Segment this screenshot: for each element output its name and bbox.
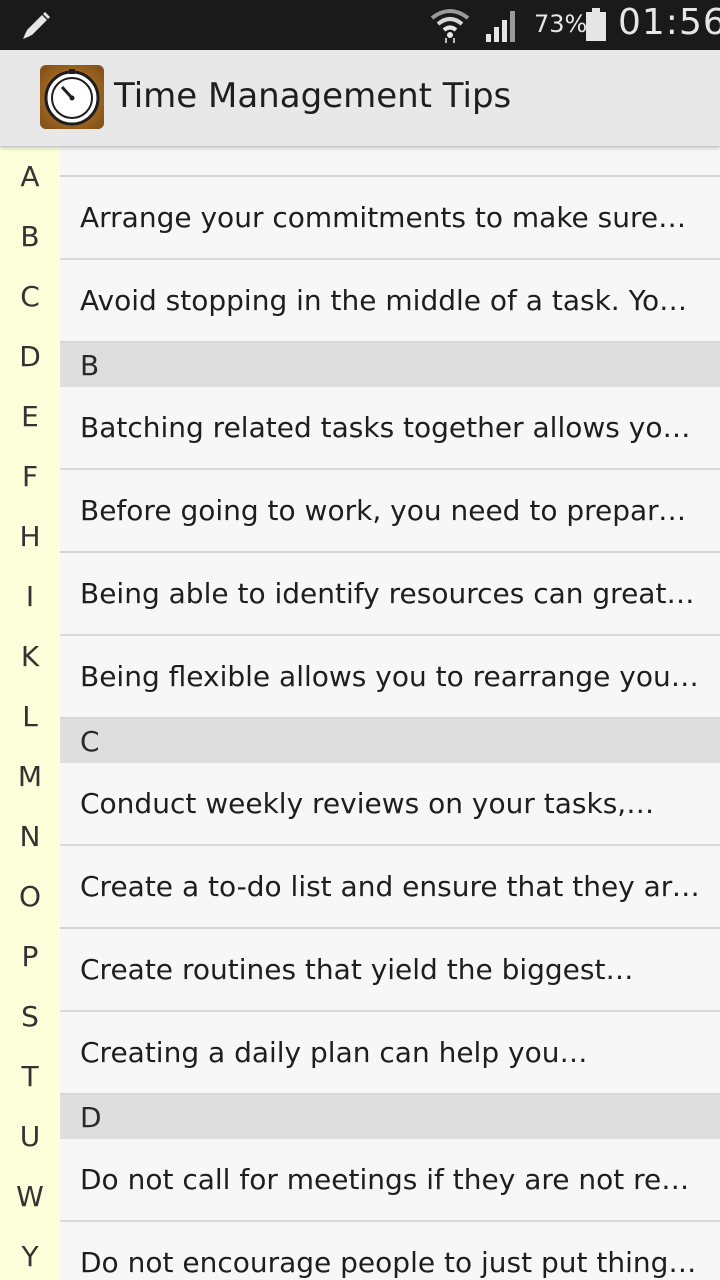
section-header-letter: B (80, 349, 100, 382)
tips-list: Although your schedule might be cramped.… (60, 146, 720, 1280)
index-letter[interactable]: I (0, 580, 60, 613)
battery-icon (586, 8, 606, 41)
list-item[interactable]: Being flexible allows you to rearrange y… (60, 636, 720, 719)
list-item-text: Before going to work, you need to prepar… (80, 494, 702, 527)
wifi-icon (430, 9, 470, 43)
list-item-text: Arrange your commitments to make sure… (80, 201, 687, 234)
list-item[interactable]: Avoid stopping in the middle of a task. … (60, 260, 720, 343)
list-item[interactable]: Arrange your commitments to make sure… (60, 177, 720, 260)
section-header-letter: C (80, 725, 100, 758)
list-item[interactable]: Creating a daily plan can help you… (60, 1012, 720, 1095)
signal-icon (486, 11, 515, 42)
index-letter[interactable]: Y (0, 1240, 60, 1273)
index-letter[interactable]: F (0, 460, 60, 493)
app-title: Time Management Tips (114, 76, 512, 116)
list-item-text: Being able to identify resources can gre… (80, 577, 702, 610)
index-letter[interactable]: W (0, 1180, 60, 1213)
index-letter[interactable]: N (0, 820, 60, 853)
list-item[interactable]: Being able to identify resources can gre… (60, 553, 720, 636)
index-letter[interactable]: T (0, 1060, 60, 1093)
list-item[interactable]: Do not call for meetings if they are not… (60, 1139, 720, 1222)
index-letter[interactable]: O (0, 880, 60, 913)
index-letter[interactable]: A (0, 160, 60, 193)
alphabet-index[interactable]: ABCDEFHIKLMNOPSTUWY (0, 146, 60, 1280)
index-letter[interactable]: E (0, 400, 60, 433)
list-item[interactable]: Do not encourage people to just put thin… (60, 1222, 720, 1280)
list-item-text: Create a to-do list and ensure that they… (80, 870, 702, 903)
index-letter[interactable]: B (0, 220, 60, 253)
section-header: C (60, 719, 720, 763)
list-item-text: Conduct weekly reviews on your tasks,… (80, 787, 655, 820)
index-letter[interactable]: P (0, 940, 60, 973)
list-item-text: Avoid stopping in the middle of a task. … (80, 284, 702, 317)
list-item[interactable]: Before going to work, you need to prepar… (60, 470, 720, 553)
list-item-text: Create routines that yield the biggest… (80, 953, 634, 986)
index-letter[interactable]: U (0, 1120, 60, 1153)
index-letter[interactable]: L (0, 700, 60, 733)
list-item-text: Batching related tasks together allows y… (80, 411, 702, 444)
index-letter[interactable]: K (0, 640, 60, 673)
pencil-icon (23, 12, 50, 39)
section-header: D (60, 1095, 720, 1139)
list-item[interactable]: Create a to-do list and ensure that they… (60, 846, 720, 929)
list-item-text: Do not encourage people to just put thin… (80, 1246, 702, 1279)
status-clock: 01:56 (618, 2, 720, 43)
battery-percent: 73% (534, 10, 588, 38)
list-item[interactable]: Although your schedule might be cramped.… (60, 146, 720, 177)
action-bar: Time Management Tips (0, 50, 720, 147)
list-item-text: Being flexible allows you to rearrange y… (80, 660, 702, 693)
list-item-text: Do not call for meetings if they are not… (80, 1163, 702, 1196)
section-header-letter: D (80, 1101, 102, 1134)
index-letter[interactable]: H (0, 520, 60, 553)
status-bar: 73% 01:56 (0, 0, 720, 50)
list-item[interactable]: Batching related tasks together allows y… (60, 387, 720, 470)
list-item-text: Creating a daily plan can help you… (80, 1036, 588, 1069)
list-item[interactable]: Conduct weekly reviews on your tasks,… (60, 763, 720, 846)
index-letter[interactable]: M (0, 760, 60, 793)
stopwatch-icon[interactable] (40, 65, 104, 129)
screen: 73% 01:56 Time Management Tips ABCDEFHIK… (0, 0, 720, 1280)
index-letter[interactable]: S (0, 1000, 60, 1033)
index-letter[interactable]: D (0, 340, 60, 373)
index-letter[interactable]: C (0, 280, 60, 313)
list-item[interactable]: Create routines that yield the biggest… (60, 929, 720, 1012)
section-header: B (60, 343, 720, 387)
